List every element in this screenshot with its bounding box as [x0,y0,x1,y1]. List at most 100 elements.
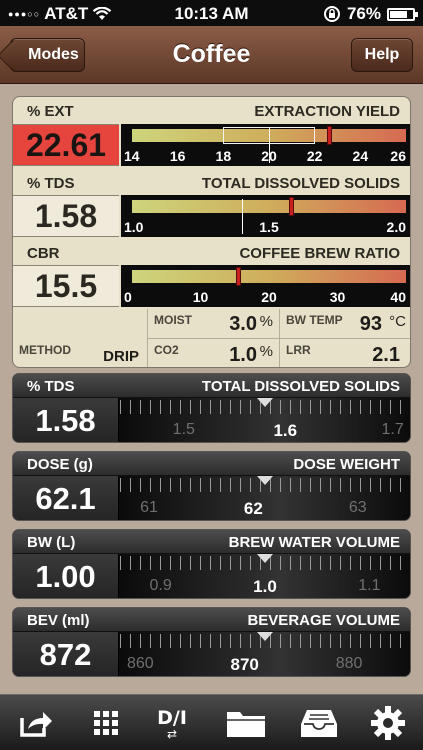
tds-scale-label-low: 1.5 [172,421,195,438]
tds-slider-title: TOTAL DISSOLVED SOLIDS [201,378,400,395]
bw-slider-value: 1.00 [13,554,119,598]
bw-scale-label-low: 0.9 [149,577,172,594]
help-button[interactable]: Help [351,38,413,72]
settings-button[interactable] [368,705,408,741]
tds-scale-label-mid: 1.6 [273,421,298,440]
status-bar: ●●●○○ AT&T 10:13 AM 76% [0,0,423,26]
dose-scale-label-mid: 62 [243,499,263,518]
lrr-cell[interactable]: LRR 2.1 [279,339,410,367]
bw-scale-label-high: 1.1 [358,577,381,594]
rotation-lock-icon [323,6,340,22]
folder-button[interactable] [224,705,268,741]
grid-button[interactable] [86,705,126,741]
bev-slider-title: BEVERAGE VOLUME [247,612,400,629]
tab-bar: D/I ⇄ [0,694,423,750]
cbr-value: 15.5 [13,265,119,307]
bev-scale-label-mid: 870 [230,655,259,674]
inbox-button[interactable] [298,705,340,741]
modes-back-button[interactable]: Modes [10,38,85,72]
moist-unit: % [259,313,273,330]
tds-gauge: 1.0 1.5 2.0 [121,195,410,237]
folder-icon [227,712,265,737]
cbr-title: COFFEE BREW RATIO [239,245,400,262]
tds-section: % TDS TOTAL DISSOLVED SOLIDS 1.58 1.0 1.5… [13,169,410,239]
moist-label: MOIST [154,313,192,327]
battery-percent: 76% [346,4,381,23]
tds-scale-label-high: 1.7 [381,421,404,438]
ext-tick-label: 22 [306,148,323,164]
tds-slider-row: % TDS TOTAL DISSOLVED SOLIDS 1.58 1.5 1.… [12,373,411,443]
grid-icon [94,711,118,735]
cbr-tick-label: 40 [390,289,406,305]
cbr-gauge-bar [132,270,406,283]
tds-gauge-bar [132,200,406,213]
lrr-value: 2.1 [372,344,400,366]
tds-slider-header: % TDS TOTAL DISSOLVED SOLIDS [13,374,410,398]
bev-slider-value: 872 [13,632,119,676]
dose-slider-header: DOSE (g) DOSE WEIGHT [13,452,410,476]
moist-cell[interactable]: MOIST 3.0 % [147,309,279,339]
gear-icon [371,706,405,740]
method-cell[interactable]: METHOD DRIP [13,309,147,367]
cbr-tick-label: 10 [192,289,209,305]
ext-label: % EXT [27,103,74,120]
di-arrows-icon: ⇄ [166,727,178,741]
bwtemp-value: 93 [359,313,382,335]
ext-tick-label: 16 [169,148,186,164]
bw-slider-scale[interactable]: 0.9 1.0 1.1 [120,554,410,598]
cbr-tick-label: 20 [261,289,277,305]
bw-slider-header: BW (L) BREW WATER VOLUME [13,530,410,554]
bev-slider-label: BEV (ml) [27,612,90,629]
bev-scale-label-low: 860 [126,655,154,672]
bwtemp-unit: °C [389,313,406,330]
co2-cell[interactable]: CO2 1.0 % [147,339,279,367]
cbr-section: CBR COFFEE BREW RATIO 15.5 0 10 20 30 40 [13,239,410,309]
dose-scale-label-high: 63 [348,499,367,516]
tds-tick-label: 1.0 [124,219,144,235]
di-icon: D/I [157,707,187,729]
dose-slider-row: DOSE (g) DOSE WEIGHT 62.1 61 62 63 [12,451,411,521]
dose-slider-title: DOSE WEIGHT [293,456,400,473]
tds-value: 1.58 [13,195,119,237]
battery-icon [387,7,418,21]
bev-slider-scale[interactable]: 860 870 880 [120,632,410,676]
share-button[interactable] [16,705,56,741]
bev-scale-pointer [257,632,273,641]
extraction-section: % EXT EXTRACTION YIELD 22.61 14 16 18 20 22 2… [13,97,410,167]
bw-slider-title: BREW WATER VOLUME [228,534,400,551]
dose-slider-value: 62.1 [13,476,119,520]
di-button[interactable]: D/I ⇄ [152,705,192,741]
co2-value: 1.0 [229,344,257,366]
cbr-label: CBR [27,245,60,262]
tds-target-line [241,199,243,234]
tds-title: TOTAL DISSOLVED SOLIDS [201,175,400,192]
ext-tick-label: 18 [215,148,232,164]
nav-bar: Modes Coffee Help [0,26,423,84]
ext-indicator [326,126,332,145]
results-panel: % EXT EXTRACTION YIELD 22.61 14 16 18 20 22 2… [12,96,411,368]
tds-tick-label: 1.5 [259,219,279,235]
dose-slider-scale[interactable]: 61 62 63 [120,476,410,520]
ext-tick-label: 20 [261,148,277,164]
bw-slider-label: BW (L) [27,534,76,551]
tds-indicator [288,197,294,216]
ext-gauge: 14 16 18 20 22 24 26 [121,124,410,166]
share-icon [20,712,52,737]
ext-tick-label: 24 [352,148,369,164]
tds-scale-pointer [257,398,273,407]
wifi-icon [93,7,112,20]
method-value: DRIP [103,348,139,365]
moist-value: 3.0 [229,313,257,335]
inbox-icon [301,710,337,737]
cbr-gauge: 0 10 20 30 40 [121,265,410,307]
bev-slider-row: BEV (ml) BEVERAGE VOLUME 872 860 870 880 [12,607,411,677]
bwtemp-label: BW TEMP [286,313,343,327]
method-label: METHOD [19,343,71,357]
bwtemp-cell[interactable]: BW TEMP 93 °C [279,309,410,339]
signal-icon: ●●●○○ [8,9,41,19]
ext-tick-label: 14 [124,148,140,164]
tds-tick-label: 2.0 [386,219,406,235]
co2-label: CO2 [154,343,179,357]
ext-title: EXTRACTION YIELD [254,103,400,120]
tds-slider-scale[interactable]: 1.5 1.6 1.7 [120,398,410,442]
